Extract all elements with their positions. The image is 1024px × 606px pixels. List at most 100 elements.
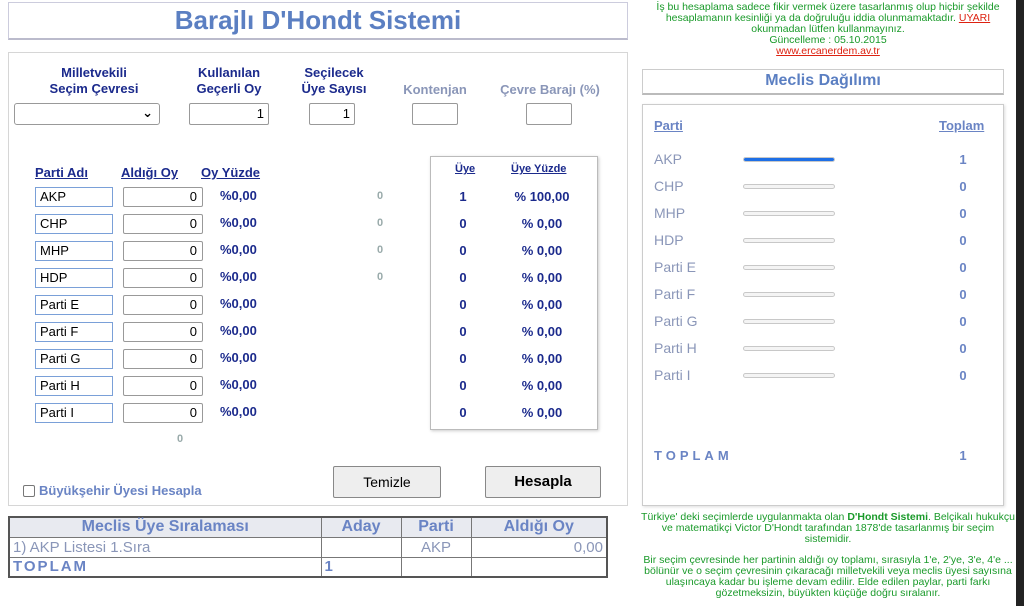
chevron-down-icon: ⌄ bbox=[142, 105, 153, 120]
party-votes-input[interactable]: 0 bbox=[123, 403, 203, 423]
party-vote-percent: %0,00 bbox=[220, 377, 257, 392]
party-name-input[interactable]: Parti H bbox=[35, 376, 113, 396]
district-select[interactable]: ⌄ bbox=[14, 103, 160, 125]
threshold-input[interactable] bbox=[526, 103, 572, 125]
meclis-party-total: 1 bbox=[959, 152, 967, 167]
meclis-party-name: Parti I bbox=[654, 367, 691, 383]
quota-input[interactable] bbox=[412, 103, 458, 125]
party-vote-percent: %0,00 bbox=[220, 242, 257, 257]
ranking-total-row: TOPLAM 1 bbox=[8, 556, 608, 578]
seat-header: Üye bbox=[455, 163, 476, 175]
meclis-share-bar bbox=[743, 184, 835, 189]
meclis-party-name: HDP bbox=[654, 232, 684, 248]
seat-count: 0 bbox=[459, 216, 467, 231]
party-votes-input[interactable]: 0 bbox=[123, 322, 203, 342]
party-name-input[interactable]: HDP bbox=[35, 268, 113, 288]
valid-votes-input[interactable]: 1 bbox=[189, 103, 269, 125]
party-name-input[interactable]: Parti I bbox=[35, 403, 113, 423]
warning-link[interactable]: UYARI bbox=[959, 12, 990, 24]
meclis-party-total: 0 bbox=[959, 233, 967, 248]
ranking-party-header: Parti bbox=[400, 516, 472, 538]
threshold-header: Çevre Barajı (%) bbox=[500, 82, 600, 97]
ranking-candidate-header: Aday bbox=[320, 516, 402, 538]
party-vote-percent: %0,00 bbox=[220, 350, 257, 365]
party-pct-header: Oy Yüzde bbox=[201, 165, 261, 180]
metro-checkbox-row[interactable]: Büyükşehir Üyesi Hesapla bbox=[23, 483, 202, 498]
party-votes-input[interactable]: 0 bbox=[123, 295, 203, 315]
meclis-party-total: 0 bbox=[959, 368, 967, 383]
seat-count: 0 bbox=[459, 351, 467, 366]
seat-percent: % 0,00 bbox=[521, 324, 563, 339]
party-name-header: Parti Adı bbox=[35, 165, 88, 180]
seat-percent: % 0,00 bbox=[521, 243, 563, 258]
meclis-share-bar bbox=[743, 319, 835, 324]
party-extra-value: 0 bbox=[377, 271, 384, 283]
party-name-input[interactable]: Parti G bbox=[35, 349, 113, 369]
party-vote-percent: %0,00 bbox=[220, 188, 257, 203]
quota-header: Kontenjan bbox=[403, 82, 467, 97]
seat-count: 0 bbox=[459, 243, 467, 258]
party-vote-percent: %0,00 bbox=[220, 404, 257, 419]
meclis-party-header: Parti bbox=[654, 118, 683, 133]
meclis-party-total: 0 bbox=[959, 287, 967, 302]
meclis-share-bar bbox=[743, 292, 835, 297]
party-vote-percent: %0,00 bbox=[220, 323, 257, 338]
calculate-button[interactable]: Hesapla bbox=[485, 466, 601, 498]
meclis-title: Meclis Dağılımı bbox=[642, 69, 1004, 95]
seat-count: 0 bbox=[459, 324, 467, 339]
author-link[interactable]: www.ercanerdem.av.tr bbox=[776, 45, 880, 57]
party-votes-input[interactable]: 0 bbox=[123, 376, 203, 396]
meclis-party-name: Parti G bbox=[654, 313, 698, 329]
metro-checkbox-label: Büyükşehir Üyesi Hesapla bbox=[39, 483, 202, 498]
meclis-share-bar bbox=[743, 238, 835, 243]
seat-percent: % 100,00 bbox=[514, 189, 570, 204]
party-votes-input[interactable]: 0 bbox=[123, 349, 203, 369]
meclis-total-header: Toplam bbox=[939, 118, 985, 133]
party-name-input[interactable]: MHP bbox=[35, 241, 113, 261]
party-vote-percent: %0,00 bbox=[220, 269, 257, 284]
party-name-input[interactable]: Parti E bbox=[35, 295, 113, 315]
meclis-total-label: TOPLAM bbox=[654, 448, 733, 463]
meclis-share-bar bbox=[743, 211, 835, 216]
seat-percent: % 0,00 bbox=[521, 378, 563, 393]
seats-input[interactable]: 1 bbox=[309, 103, 355, 125]
meclis-share-bar bbox=[743, 373, 835, 378]
seat-count: 0 bbox=[459, 378, 467, 393]
scrollbar[interactable] bbox=[1016, 0, 1024, 606]
ranking-votes-header: Aldığı Oy bbox=[470, 516, 608, 538]
meclis-party-total: 0 bbox=[959, 179, 967, 194]
party-votes-input[interactable]: 0 bbox=[123, 268, 203, 288]
party-votes-input[interactable]: 0 bbox=[123, 187, 203, 207]
clear-button[interactable]: Temizle bbox=[333, 466, 441, 498]
seat-count: 0 bbox=[459, 297, 467, 312]
seat-results-box: Üye Üye Yüzde 1 % 100,00 0 % 0,00 0 % 0,00 0 % … bbox=[430, 156, 598, 430]
ranking-table: Meclis Üye Sıralaması Aday Parti Aldığı … bbox=[8, 516, 608, 578]
party-name-input[interactable]: Parti F bbox=[35, 322, 113, 342]
meclis-party-total: 0 bbox=[959, 341, 967, 356]
party-votes-input[interactable]: 0 bbox=[123, 241, 203, 261]
meclis-party-total: 0 bbox=[959, 206, 967, 221]
seat-pct-header: Üye Yüzde bbox=[511, 163, 567, 175]
metro-checkbox[interactable] bbox=[23, 484, 35, 497]
meclis-share-bar bbox=[743, 157, 835, 162]
meclis-party-name: Parti H bbox=[654, 340, 697, 356]
meclis-distribution-panel: Parti Toplam AKP 1 CHP 0 MHP 0 HDP 0 Parti E 0 Par… bbox=[642, 104, 1004, 506]
meclis-party-total: 0 bbox=[959, 260, 967, 275]
party-extra-value: 0 bbox=[377, 244, 384, 256]
party-votes-header: Aldığı Oy bbox=[121, 165, 179, 180]
seat-count: 0 bbox=[459, 405, 467, 420]
seat-percent: % 0,00 bbox=[521, 351, 563, 366]
meclis-party-name: Parti E bbox=[654, 259, 697, 275]
meclis-party-name: AKP bbox=[654, 151, 683, 167]
meclis-party-name: MHP bbox=[654, 205, 686, 221]
party-vote-percent: %0,00 bbox=[220, 296, 257, 311]
party-name-input[interactable]: CHP bbox=[35, 214, 113, 234]
party-name-input[interactable]: AKP bbox=[35, 187, 113, 207]
district-header: Milletvekili Seçim Çevresi bbox=[49, 65, 139, 96]
party-votes-input[interactable]: 0 bbox=[123, 214, 203, 234]
party-vote-percent: %0,00 bbox=[220, 215, 257, 230]
valid-votes-header: Kullanılan Geçerli Oy bbox=[196, 65, 262, 96]
page-title: Barajlı D'Hondt Sistemi bbox=[8, 2, 628, 40]
meclis-party-name: Parti F bbox=[654, 286, 696, 302]
meclis-share-bar bbox=[743, 265, 835, 270]
